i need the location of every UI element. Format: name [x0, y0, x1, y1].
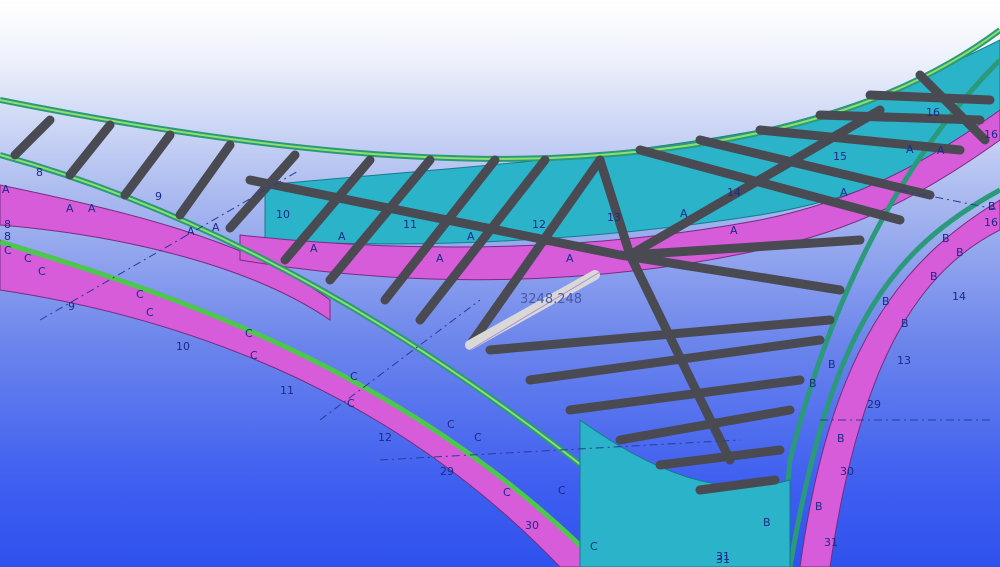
- grid-label: 10: [176, 340, 190, 353]
- grid-label: 13: [607, 211, 621, 224]
- lower-cladding-panel[interactable]: [579, 419, 791, 567]
- grid-label: C: [474, 431, 482, 444]
- grid-label: A: [338, 230, 346, 243]
- grid-label: 16: [926, 106, 940, 119]
- grid-label: 29: [440, 465, 454, 478]
- grid-label: 14: [952, 290, 966, 303]
- grid-label: B: [815, 500, 823, 513]
- structure-3d-scene[interactable]: [0, 0, 1000, 567]
- grid-label: 30: [840, 465, 854, 478]
- grid-label: A: [187, 225, 195, 238]
- grid-label: C: [146, 306, 154, 319]
- grid-label: A: [467, 230, 475, 243]
- grid-label: C: [24, 252, 32, 265]
- grid-label: A: [212, 221, 220, 234]
- grid-label: B: [828, 358, 836, 371]
- grid-label: A: [88, 202, 96, 215]
- grid-label: C: [503, 486, 511, 499]
- grid-label: C: [245, 327, 253, 340]
- grid-label: 13: [897, 354, 911, 367]
- grid-label: C: [136, 288, 144, 301]
- grid-label: C: [558, 484, 566, 497]
- grid-label: B: [809, 377, 817, 390]
- grid-label: 9: [155, 190, 162, 203]
- grid-label: B: [956, 246, 964, 259]
- grid-label: 10: [276, 208, 290, 221]
- grid-label: C: [590, 540, 598, 553]
- grid-label: 8: [4, 230, 11, 243]
- grid-label: C: [350, 370, 358, 383]
- grid-label: 29: [867, 398, 881, 411]
- grid-label: B: [901, 317, 909, 330]
- grid-label: A: [840, 186, 848, 199]
- grid-label: A: [937, 144, 945, 157]
- model-viewport[interactable]: A 8 8 C C C A A 9 A A 9 C C 10 C C 11 C …: [0, 0, 1000, 567]
- grid-label: 16: [984, 216, 998, 229]
- grid-label: A: [310, 242, 318, 255]
- grid-label: A: [906, 143, 914, 156]
- grid-label: 31: [824, 536, 838, 549]
- grid-label: A: [436, 252, 444, 265]
- grid-label: B: [837, 432, 845, 445]
- grid-label: 12: [532, 218, 546, 231]
- grid-label: C: [4, 244, 12, 257]
- grid-label: A: [566, 252, 574, 265]
- grid-label: A: [66, 202, 74, 215]
- grid-label: 14: [727, 186, 741, 199]
- grid-label: B: [988, 200, 996, 213]
- grid-label: B: [942, 232, 950, 245]
- selected-member[interactable]: [465, 270, 600, 350]
- grid-label: 30: [525, 519, 539, 532]
- grid-label: C: [250, 349, 258, 362]
- grid-label: A: [2, 183, 10, 196]
- grid-label: A: [680, 207, 688, 220]
- grid-label: C: [38, 265, 46, 278]
- right-ring-beam[interactable]: [799, 199, 1000, 567]
- grid-label: 11: [280, 384, 294, 397]
- grid-label: 8: [36, 166, 43, 179]
- grid-label: 15: [833, 150, 847, 163]
- grid-label: C: [447, 418, 455, 431]
- grid-label: 12: [378, 431, 392, 444]
- grid-label: A: [730, 224, 738, 237]
- grid-label: B: [882, 295, 890, 308]
- grid-label: 16: [984, 128, 998, 141]
- grid-label: 11: [403, 218, 417, 231]
- dimension-label: 3248.248: [520, 292, 583, 307]
- grid-label: C: [347, 397, 355, 410]
- grid-label: B: [930, 270, 938, 283]
- grid-label: B: [763, 516, 771, 529]
- grid-label: 9: [68, 300, 75, 313]
- grid-label: 31: [716, 553, 730, 566]
